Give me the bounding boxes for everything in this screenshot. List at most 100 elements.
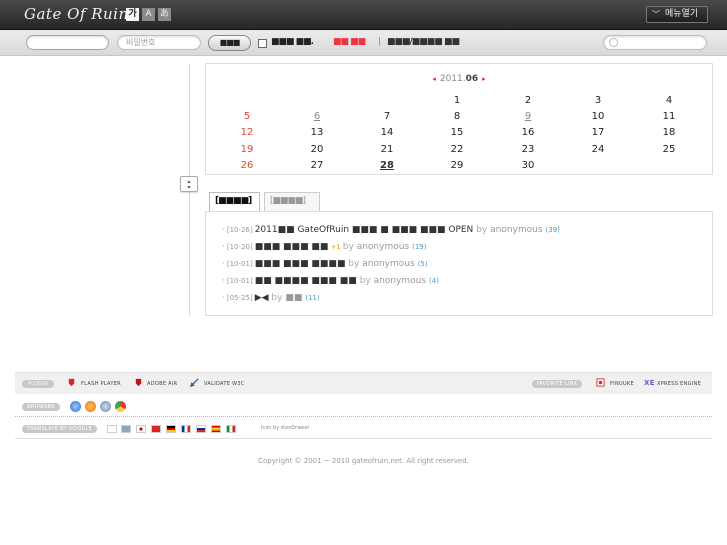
calendar-day[interactable]: 18 (659, 127, 679, 138)
finuuke-link[interactable]: FINUUKE (610, 380, 634, 388)
calendar-day[interactable]: 9 (518, 111, 538, 122)
font-size-small-button[interactable]: あ (158, 8, 171, 21)
list-item[interactable]: · [10-26] 2011■■ GateOfRuin ■■■ ■ ■■■ ■■■ … (222, 223, 560, 237)
icon-credit-author[interactable]: ikonDrawer (281, 425, 310, 431)
flag-de-icon[interactable] (166, 425, 176, 433)
calendar-day[interactable]: 17 (588, 127, 608, 138)
post-count: (11) (305, 294, 320, 302)
tab-recent-comments[interactable]: [■■■■] (264, 192, 320, 211)
calendar-day[interactable]: 29 (447, 160, 467, 171)
post-title[interactable]: ■■■ ■■■ ■■■■ (255, 259, 346, 269)
font-size-medium-button[interactable]: A (142, 8, 155, 21)
calendar-day[interactable]: 6 (307, 111, 327, 122)
post-title[interactable]: ■■■ ■■■ ■■ (255, 242, 329, 252)
flag-en-icon[interactable] (121, 425, 131, 433)
next-month-button[interactable]: ▸ (482, 75, 486, 83)
calendar-day[interactable]: 23 (518, 144, 538, 155)
calendar-day[interactable]: 28 (377, 160, 397, 171)
post-date: [10-01] (226, 277, 253, 285)
favorite-tag: FAVORITE LINK (532, 380, 582, 388)
keep-login-checkbox[interactable] (258, 39, 267, 48)
flag-ru-icon[interactable] (196, 425, 206, 433)
post-count: (39) (545, 226, 560, 234)
footer-browsers: BROWSER (15, 397, 712, 417)
post-title[interactable]: ▶◀ (255, 293, 269, 303)
copyright: Copyright © 2001 ~ 2010 gateofruin.net. … (258, 457, 469, 465)
footer-translate: TRANSLATE BY GOOGLE Icon by ikonDrawer (15, 419, 712, 439)
open-menu-button[interactable]: ﹀ 메뉴열기 (646, 6, 708, 23)
calendar-day[interactable]: 25 (659, 144, 679, 155)
calendar-day[interactable]: 15 (447, 127, 467, 138)
calendar-day[interactable]: 16 (518, 127, 538, 138)
site-logo[interactable]: Gate Of Ruin (24, 5, 129, 23)
calendar-day[interactable]: 1 (447, 95, 467, 106)
calendar-day[interactable]: 14 (377, 127, 397, 138)
flag-kr-icon[interactable] (107, 425, 117, 433)
chrome-icon[interactable] (115, 401, 126, 412)
sidebar-toggle-button[interactable]: ▴ ▾ (180, 176, 198, 192)
firefox-icon[interactable] (85, 401, 96, 412)
bullet: · (222, 276, 225, 286)
flag-es-icon[interactable] (211, 425, 221, 433)
calendar-day[interactable]: 5 (237, 111, 257, 122)
search-input[interactable] (603, 35, 707, 50)
post-title[interactable]: 2011■■ GateOfRuin ■■■ ■ ■■■ ■■■ OPEN (255, 225, 474, 235)
xpress-engine-link[interactable]: XPRESS ENGINE (657, 380, 701, 388)
flag-jp-icon[interactable] (136, 425, 146, 433)
calendar-day[interactable]: 21 (377, 144, 397, 155)
icon-credit-label: Icon by (261, 425, 280, 431)
user-id-input[interactable] (26, 35, 109, 50)
adobe-air-link[interactable]: ADOBE AIR (147, 380, 177, 388)
post-by: by (342, 242, 354, 252)
list-item[interactable]: · [10-20] ■■■ ■■■ ■■ +1 by anonymous (19) (222, 240, 427, 254)
calendar-day[interactable]: 12 (237, 127, 257, 138)
find-account-link[interactable]: ■■■/■■■■ ■■ (387, 35, 460, 49)
post-author: anonymous (373, 276, 427, 286)
validate-w3c-link[interactable]: VALIDATE W3C (204, 380, 245, 388)
calendar-day[interactable]: 11 (659, 111, 679, 122)
top-bar: Gate Of Ruin 가 A あ ﹀ 메뉴열기 (0, 0, 727, 30)
calendar-day[interactable]: 8 (447, 111, 467, 122)
calendar-day[interactable]: 13 (307, 127, 327, 138)
flag-it-icon[interactable] (226, 425, 236, 433)
calendar-day[interactable]: 19 (237, 144, 257, 155)
calendar-day[interactable]: 3 (588, 95, 608, 106)
list-item[interactable]: · [10-01] ■■ ■■■■ ■■■ ■■ by anonymous (4) (222, 274, 439, 288)
finuuke-icon (596, 378, 605, 387)
bullet: · (222, 293, 225, 303)
post-count: (5) (417, 260, 428, 268)
bullet: · (222, 259, 225, 269)
prev-month-button[interactable]: ◂ (432, 75, 436, 83)
calendar-day[interactable]: 20 (307, 144, 327, 155)
calendar-day[interactable]: 27 (307, 160, 327, 171)
calendar-day[interactable]: 30 (518, 160, 538, 171)
password-input[interactable]: 비밀번호 (117, 35, 201, 50)
ie-icon[interactable] (70, 401, 81, 412)
page: Gate Of Ruin 가 A あ ﹀ 메뉴열기 비밀번호 ■■■ ■■■ ■… (0, 0, 727, 545)
post-title[interactable]: ■■ ■■■■ ■■■ ■■ (255, 276, 357, 286)
calendar-day[interactable]: 7 (377, 111, 397, 122)
calendar-day[interactable]: 24 (588, 144, 608, 155)
tab-recent-posts[interactable]: [■■■■] (209, 192, 260, 211)
calendar-day[interactable]: 26 (237, 160, 257, 171)
flag-fr-icon[interactable] (181, 425, 191, 433)
adobe-air-icon (135, 378, 142, 387)
login-button[interactable]: ■■■ (208, 35, 251, 51)
calendar-day[interactable]: 2 (518, 95, 538, 106)
calendar-day[interactable]: 22 (447, 144, 467, 155)
footer-plugins: PLUGIN FLASH PLAYER ADOBE AIR VALIDATE W… (15, 372, 712, 394)
list-item[interactable]: · [05-25] ▶◀ by ■■ (11) (222, 291, 320, 305)
calendar-header: ◂ 2011.06 ▸ (206, 74, 712, 84)
font-size-large-button[interactable]: 가 (126, 8, 139, 21)
safari-icon[interactable] (100, 401, 111, 412)
flash-player-icon (68, 378, 75, 387)
calendar-day[interactable]: 10 (588, 111, 608, 122)
list-item[interactable]: · [10-01] ■■■ ■■■ ■■■■ by anonymous (5) (222, 257, 428, 271)
xe-logo: XE (644, 379, 655, 387)
calendar-day[interactable]: 4 (659, 95, 679, 106)
signup-link[interactable]: ■■ ■■ (333, 35, 366, 49)
flag-cn-icon[interactable] (151, 425, 161, 433)
calendar: ◂ 2011.06 ▸ 1 2 3 4 5 6 7 8 9 10 11 12 13 14 15 16 17 18 19 2… (205, 63, 713, 175)
flash-player-link[interactable]: FLASH PLAYER (81, 380, 121, 388)
post-by: by (271, 293, 283, 303)
